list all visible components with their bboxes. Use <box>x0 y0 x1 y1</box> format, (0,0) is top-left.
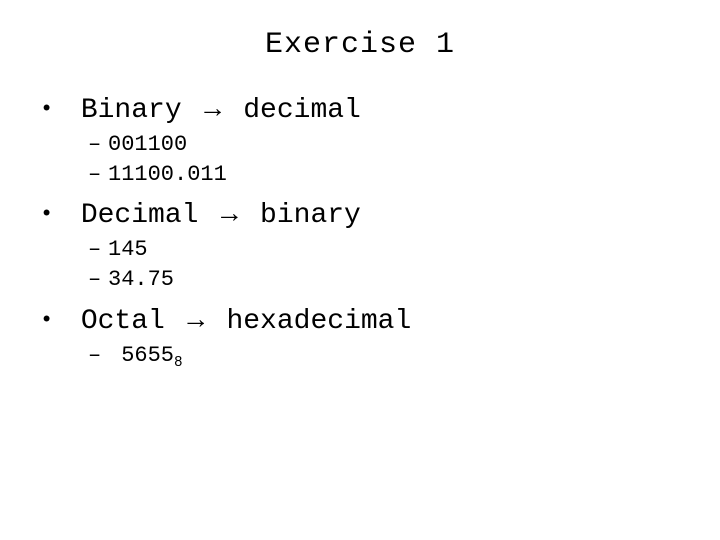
section-heading-post: binary <box>243 200 361 231</box>
sub-list: 145 34.75 <box>40 235 680 294</box>
list-item-text: 5655 <box>121 343 174 368</box>
subscript: 8 <box>174 355 183 371</box>
arrow-icon: → <box>182 303 210 334</box>
slide-title: Exercise 1 <box>40 28 680 62</box>
arrow-icon: → <box>198 92 226 123</box>
bullet-list: Binary → decimal 001100 11100.011 Decima… <box>40 90 680 373</box>
slide: Exercise 1 Binary → decimal 001100 11100… <box>0 0 720 540</box>
list-item-text: 001100 <box>108 132 187 157</box>
section-decimal-binary: Decimal → binary 145 34.75 <box>40 195 680 294</box>
list-item-text: 11100.011 <box>108 162 227 187</box>
list-item: 11100.011 <box>88 160 680 190</box>
section-heading-pre: Octal <box>81 306 182 337</box>
section-heading-post: decimal <box>226 95 360 126</box>
section-heading-pre: Binary <box>81 95 199 126</box>
section-binary-decimal: Binary → decimal 001100 11100.011 <box>40 90 680 189</box>
section-octal-hex: Octal → hexadecimal 56558 <box>40 301 680 373</box>
sub-list: 001100 11100.011 <box>40 130 680 189</box>
list-item: 34.75 <box>88 265 680 295</box>
section-heading-post: hexadecimal <box>210 306 412 337</box>
list-item: 56558 <box>88 341 680 373</box>
sub-list: 56558 <box>40 341 680 373</box>
list-item-text: 34.75 <box>108 267 174 292</box>
arrow-icon: → <box>215 197 243 228</box>
list-item-text: 145 <box>108 237 148 262</box>
list-item: 001100 <box>88 130 680 160</box>
section-heading-pre: Decimal <box>81 200 215 231</box>
list-item: 145 <box>88 235 680 265</box>
